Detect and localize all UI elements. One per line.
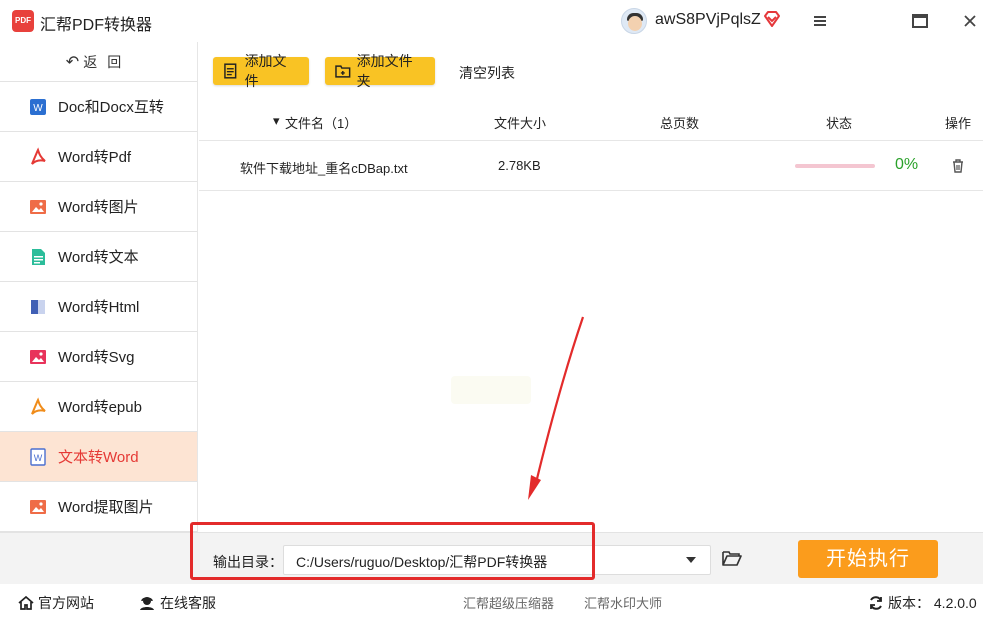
image-icon [30, 199, 46, 214]
sidebar-item-label: Word转Svg [58, 349, 135, 366]
add-file-label: 添加文件 [244, 53, 287, 89]
folder-open-icon[interactable] [722, 549, 742, 567]
sidebar-item-doc-docx[interactable]: W Doc和Docx互转 [0, 82, 197, 132]
epub-icon [31, 396, 46, 415]
table-header: ▾ 文件名（1） 文件大小 总页数 状态 操作 [199, 100, 983, 141]
compressor-link[interactable]: 汇帮超级压缩器 [463, 593, 554, 612]
sidebar-item-label: Word转Html [58, 299, 140, 316]
app-logo-icon: PDF [12, 10, 34, 32]
sidebar-item-word-image[interactable]: Word转图片 [0, 182, 197, 232]
refresh-icon [870, 596, 882, 610]
annotation-highlight-box [190, 522, 595, 580]
footer: 官方网站 在线客服 汇帮超级压缩器 汇帮水印大师 版本： 4.2.0.0 [0, 584, 983, 617]
username[interactable]: awS8PVjPqlsZ [655, 11, 761, 29]
vip-diamond-icon[interactable] [763, 10, 781, 28]
svg-text:W: W [33, 103, 43, 114]
sidebar-item-word-epub[interactable]: Word转epub [0, 382, 197, 432]
sidebar-item-label: Word转图片 [58, 199, 139, 216]
sidebar: ↶ 返回 W Doc和Docx互转 Word转Pdf Word转图片 Word转… [0, 42, 198, 532]
column-header-size: 文件大小 [494, 116, 547, 131]
online-support-label: 在线客服 [160, 595, 216, 611]
delete-icon[interactable] [950, 158, 966, 174]
svg-icon [30, 349, 46, 364]
sidebar-item-label: Word转epub [58, 399, 142, 416]
title-bar: PDF 汇帮PDF转换器 awS8PVjPqlsZ [0, 0, 983, 42]
back-button[interactable]: ↶ 返回 [0, 42, 197, 82]
support-agent-icon [140, 597, 154, 610]
version-label: 版本： 4.2.0.0 [888, 595, 977, 611]
official-website-label: 官方网站 [38, 595, 94, 611]
add-file-button[interactable]: 添加文件 [213, 53, 309, 89]
add-folder-icon [335, 65, 351, 78]
column-header-name[interactable]: 文件名（1） [285, 113, 357, 132]
start-button[interactable]: 开始执行 [798, 540, 938, 578]
file-name-cell: 软件下载地址_重名cDBap.txt [240, 161, 408, 176]
column-header-status: 状态 [826, 116, 853, 131]
add-folder-button[interactable]: 添加文件夹 [325, 53, 435, 89]
official-website-link[interactable]: 官方网站 [18, 593, 94, 613]
sort-caret-icon[interactable]: ▾ [273, 113, 280, 129]
sidebar-item-label: Doc和Docx互转 [58, 99, 164, 116]
text-to-word-icon: W [30, 447, 46, 466]
progress-bar [795, 164, 875, 168]
clear-list-button[interactable]: 清空列表 [459, 63, 515, 83]
sidebar-item-word-svg[interactable]: Word转Svg [0, 332, 197, 382]
sidebar-item-word-html[interactable]: Word转Html [0, 282, 197, 332]
app-title: 汇帮PDF转换器 [40, 17, 153, 34]
sidebar-item-label: Word提取图片 [58, 499, 154, 516]
sidebar-item-word-pdf[interactable]: Word转Pdf [0, 132, 197, 182]
extract-image-icon [30, 499, 46, 514]
sidebar-item-word-extract-image[interactable]: Word提取图片 [0, 482, 197, 532]
close-icon[interactable] [957, 8, 983, 34]
file-size-cell: 2.78KB [498, 158, 541, 173]
menu-icon[interactable] [807, 8, 833, 34]
add-folder-label: 添加文件夹 [356, 53, 413, 89]
svg-text:W: W [34, 453, 43, 463]
maximize-icon[interactable] [907, 8, 933, 34]
file-list-area [199, 191, 983, 532]
sidebar-item-label: Word转文本 [58, 249, 139, 266]
avatar[interactable] [621, 8, 647, 34]
toolbar: 添加文件 添加文件夹 清空列表 [199, 42, 983, 100]
version-info[interactable]: 版本： 4.2.0.0 [868, 593, 977, 613]
sidebar-item-word-text[interactable]: Word转文本 [0, 232, 197, 282]
chevron-down-icon[interactable] [686, 557, 696, 563]
html-icon [31, 299, 45, 314]
table-row[interactable]: 软件下载地址_重名cDBap.txt 2.78KB 0% [199, 141, 983, 191]
column-header-pages: 总页数 [660, 116, 700, 131]
sidebar-item-label: Word转Pdf [58, 149, 132, 166]
online-support-link[interactable]: 在线客服 [138, 593, 216, 613]
progress-percent: 0% [895, 156, 919, 173]
home-icon [18, 595, 34, 610]
column-header-action: 操作 [945, 116, 972, 131]
back-arrow-icon: ↶ [65, 53, 80, 71]
add-file-icon [224, 63, 237, 79]
back-label: 返回 [83, 53, 132, 70]
watermark-link[interactable]: 汇帮水印大师 [584, 593, 662, 612]
pdf-icon [31, 146, 46, 165]
text-file-icon [32, 248, 45, 265]
sidebar-item-label: 文本转Word [58, 449, 139, 466]
sidebar-item-text-word[interactable]: W 文本转Word [0, 432, 197, 482]
word-doc-icon: W [30, 98, 46, 115]
empty-area-mark [451, 376, 531, 404]
